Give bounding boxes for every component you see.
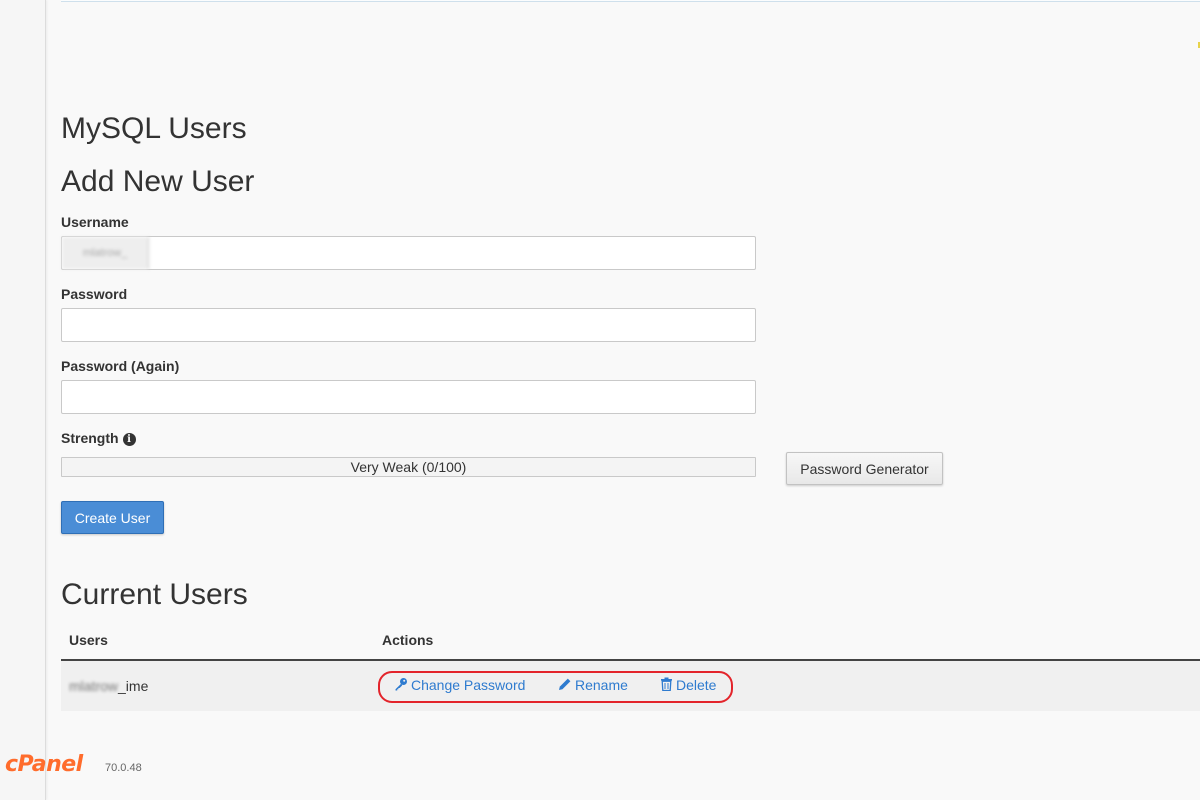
column-header-users: Users	[69, 632, 108, 648]
change-password-link[interactable]: Change Password	[394, 677, 525, 693]
username-input[interactable]	[149, 238, 755, 268]
top-notice-border	[61, 0, 1200, 2]
info-icon[interactable]: i	[122, 433, 136, 446]
strength-meter-text: Very Weak (0/100)	[350, 459, 467, 475]
password-input[interactable]	[62, 310, 755, 340]
cpanel-logo: cPanel	[5, 752, 83, 777]
current-users-heading: Current Users	[61, 578, 248, 611]
table-row: mlatrow_ime Change Password Rename Delet…	[61, 661, 1200, 711]
left-sidebar-rail	[0, 0, 46, 800]
password-again-input-group	[61, 380, 756, 414]
password-label: Password	[61, 286, 128, 302]
table-header: Users Actions	[61, 625, 1200, 661]
create-user-button[interactable]: Create User	[61, 501, 164, 534]
actions-highlight: Change Password Rename Delete	[378, 671, 733, 703]
password-input-group	[61, 308, 756, 342]
strength-label-row: Strength i	[61, 430, 136, 446]
username-label: Username	[61, 214, 129, 230]
version-text: 70.0.48	[105, 762, 142, 774]
password-again-input[interactable]	[62, 382, 755, 412]
user-name-suffix: _ime	[118, 678, 149, 694]
user-name-redacted: mlatrow	[69, 678, 119, 694]
delete-label: Delete	[676, 677, 717, 693]
users-table: Users Actions mlatrow_ime Change Passwor…	[61, 625, 1200, 711]
pencil-icon	[559, 678, 571, 690]
column-header-actions: Actions	[382, 632, 434, 648]
strength-meter: Very Weak (0/100)	[61, 457, 756, 477]
trash-icon	[661, 677, 672, 692]
username-input-group: mlatrow_	[61, 236, 756, 270]
key-icon	[395, 678, 407, 691]
rename-link[interactable]: Rename	[558, 677, 628, 693]
change-password-label: Change Password	[411, 677, 526, 693]
username-prefix: mlatrow_	[62, 237, 149, 269]
delete-link[interactable]: Delete	[660, 677, 716, 693]
user-name-cell: mlatrow_ime	[69, 678, 148, 694]
password-generator-button[interactable]: Password Generator	[786, 452, 943, 485]
password-again-label: Password (Again)	[61, 358, 180, 374]
page-title: MySQL Users	[61, 112, 247, 145]
rename-label: Rename	[575, 677, 628, 693]
add-user-heading: Add New User	[61, 165, 255, 198]
strength-label: Strength	[61, 430, 119, 446]
